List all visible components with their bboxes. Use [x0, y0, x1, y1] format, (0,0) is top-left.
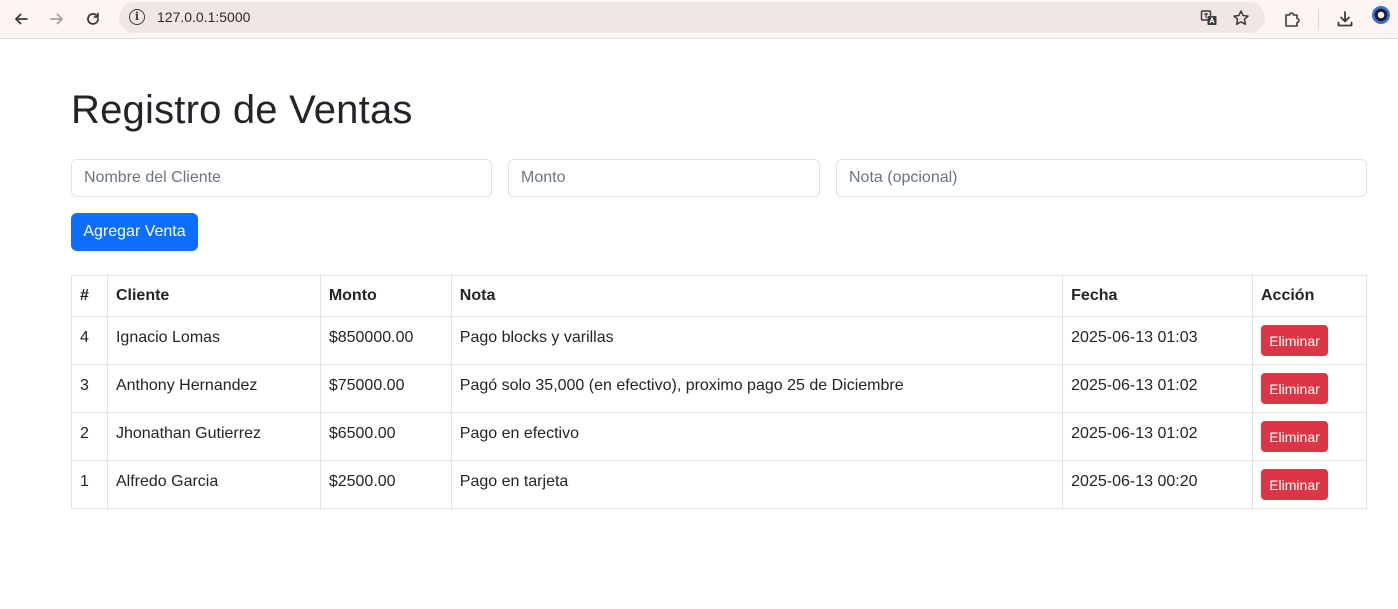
monto-input[interactable] — [508, 159, 820, 197]
eliminar-button[interactable]: Eliminar — [1261, 325, 1328, 356]
reload-icon[interactable] — [78, 4, 108, 34]
download-icon[interactable] — [1330, 4, 1360, 34]
cell-cliente: Anthony Hernandez — [106, 364, 321, 413]
header-monto: Monto — [319, 275, 452, 317]
bookmark-star-icon[interactable] — [1230, 7, 1252, 29]
cell-id: 1 — [71, 460, 108, 509]
cell-id: 4 — [71, 316, 108, 365]
cell-id: 2 — [71, 412, 108, 461]
table-row: 3 Anthony Hernandez $75000.00 Pagó solo … — [71, 364, 1367, 413]
cell-fecha: 2025-06-13 01:02 — [1062, 412, 1253, 461]
header-id: # — [71, 275, 108, 317]
header-fecha: Fecha — [1062, 275, 1253, 317]
extensions-puzzle-icon[interactable] — [1277, 4, 1307, 34]
eliminar-button[interactable]: Eliminar — [1261, 469, 1328, 500]
ventas-table: # Cliente Monto Nota Fecha Acción 4 Igna… — [71, 275, 1367, 509]
cell-monto: $850000.00 — [319, 316, 452, 365]
nota-input[interactable] — [836, 159, 1367, 197]
browser-toolbar: i 127.0.0.1:5000 — [0, 0, 1398, 39]
cell-fecha: 2025-06-13 01:02 — [1062, 364, 1253, 413]
cell-fecha: 2025-06-13 00:20 — [1062, 460, 1253, 509]
cell-cliente: Jhonathan Gutierrez — [106, 412, 321, 461]
cell-accion: Eliminar — [1252, 316, 1367, 365]
table-row: 2 Jhonathan Gutierrez $6500.00 Pago en e… — [71, 412, 1367, 461]
cliente-input[interactable] — [71, 159, 492, 197]
eliminar-button[interactable]: Eliminar — [1261, 373, 1328, 404]
cell-nota: Pago blocks y varillas — [450, 316, 1064, 365]
table-row: 4 Ignacio Lomas $850000.00 Pago blocks y… — [71, 316, 1367, 365]
header-cliente: Cliente — [106, 275, 321, 317]
cell-monto: $2500.00 — [319, 460, 452, 509]
back-arrow-icon[interactable] — [6, 4, 36, 34]
table-header-row: # Cliente Monto Nota Fecha Acción — [71, 275, 1367, 317]
table-row: 1 Alfredo Garcia $2500.00 Pago en tarjet… — [71, 460, 1367, 509]
forward-arrow-icon[interactable] — [42, 4, 72, 34]
cell-monto: $75000.00 — [319, 364, 452, 413]
cell-nota: Pago en tarjeta — [450, 460, 1064, 509]
header-accion: Acción — [1252, 275, 1367, 317]
cell-fecha: 2025-06-13 01:03 — [1062, 316, 1253, 365]
eliminar-button[interactable]: Eliminar — [1261, 421, 1328, 452]
profile-avatar-icon[interactable] — [1372, 6, 1390, 24]
address-url[interactable]: 127.0.0.1:5000 — [157, 9, 250, 25]
cell-monto: $6500.00 — [319, 412, 452, 461]
cell-nota: Pago en efectivo — [450, 412, 1064, 461]
address-bar[interactable]: i 127.0.0.1:5000 — [119, 2, 1265, 33]
cell-accion: Eliminar — [1252, 460, 1367, 509]
agregar-venta-button[interactable]: Agregar Venta — [71, 213, 198, 251]
cell-cliente: Ignacio Lomas — [106, 316, 321, 365]
site-info-icon[interactable]: i — [129, 9, 145, 25]
page-title: Registro de Ventas — [71, 88, 413, 132]
cell-nota: Pagó solo 35,000 (en efectivo), proximo … — [450, 364, 1064, 413]
cell-accion: Eliminar — [1252, 364, 1367, 413]
header-nota: Nota — [450, 275, 1064, 317]
cell-accion: Eliminar — [1252, 412, 1367, 461]
cell-cliente: Alfredo Garcia — [106, 460, 321, 509]
cell-id: 3 — [71, 364, 108, 413]
translate-icon[interactable] — [1198, 7, 1220, 29]
toolbar-divider — [1318, 9, 1319, 29]
